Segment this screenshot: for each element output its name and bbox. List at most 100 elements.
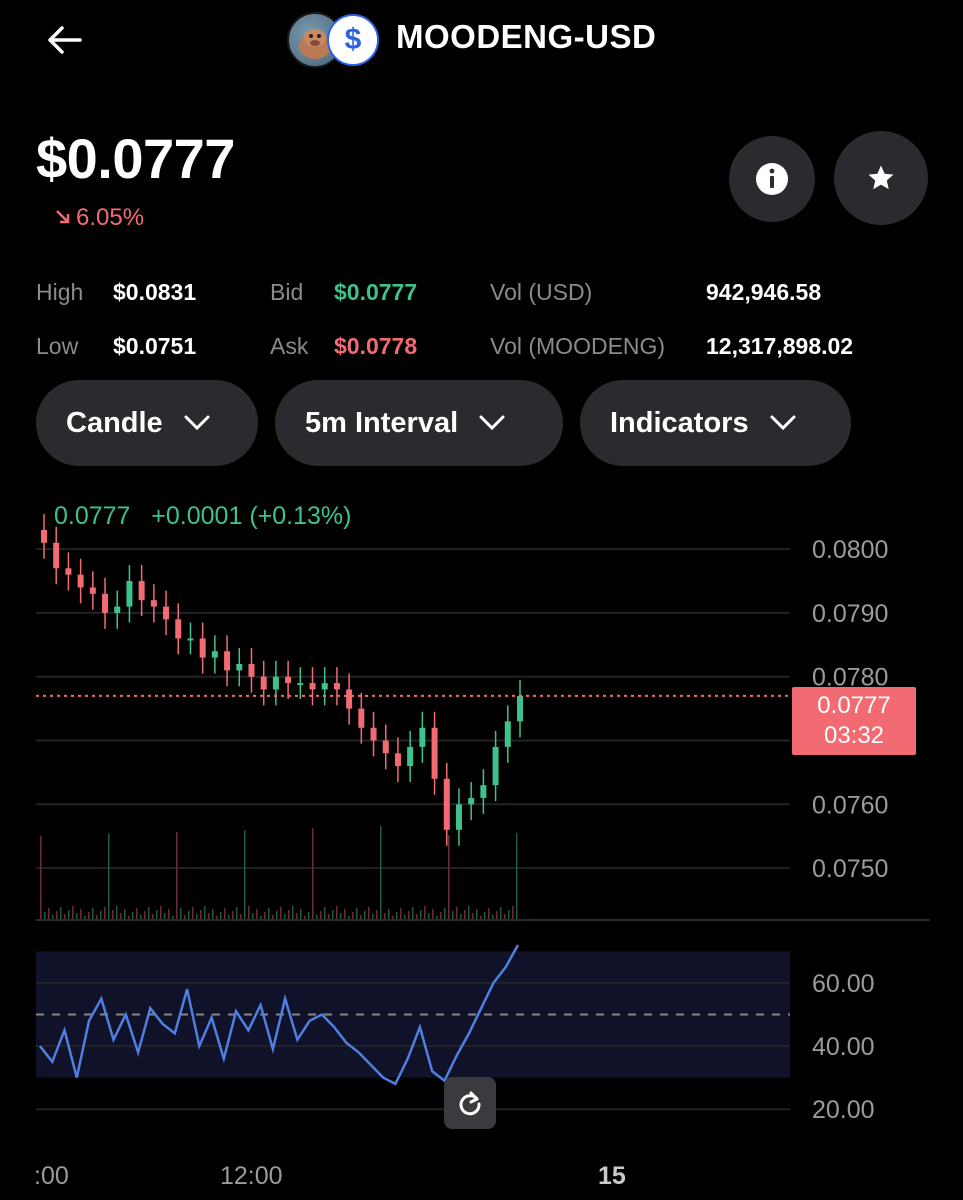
chart-type-dropdown[interactable]: Candle	[36, 380, 258, 466]
low-label: Low	[36, 333, 79, 359]
volume-bar	[500, 907, 502, 919]
volume-bar	[224, 908, 226, 919]
volume-bar	[272, 915, 274, 919]
volume-bar	[72, 906, 74, 919]
volume-bar	[344, 909, 346, 919]
volume-bar	[144, 911, 146, 919]
volume-bar	[332, 910, 334, 919]
volume-bar	[104, 907, 106, 919]
volume-bar	[268, 908, 270, 919]
volume-bar	[304, 916, 306, 919]
interval-dropdown[interactable]: 5m Interval	[275, 380, 563, 466]
volume-bar	[472, 913, 474, 919]
volume-bar	[288, 910, 290, 919]
volume-bar	[364, 911, 366, 919]
high-label: High	[36, 279, 84, 305]
volume-bar	[112, 910, 114, 919]
candle-body	[346, 689, 353, 709]
volume-bar	[388, 909, 390, 919]
volume-bar	[264, 912, 266, 919]
candle-body	[260, 676, 267, 690]
volume-bar	[80, 909, 82, 919]
volume-bar	[44, 912, 46, 919]
volume-bar	[436, 916, 438, 919]
volume-bar	[456, 907, 458, 919]
volume-bar	[480, 916, 482, 919]
volume-bar	[496, 911, 498, 919]
favorite-button[interactable]	[834, 131, 928, 225]
volume-bar	[88, 912, 90, 919]
candle-body	[480, 785, 487, 798]
current-price-tag-timer: 03:32	[823, 722, 885, 749]
back-button[interactable]	[40, 18, 88, 62]
rsi-axis-label: 40.00	[812, 1033, 875, 1061]
volume-bar	[108, 834, 110, 919]
candle-body	[272, 676, 279, 690]
volume-bar	[212, 909, 214, 919]
candle-body	[492, 746, 499, 786]
time-axis-label: 12:00	[220, 1162, 283, 1190]
bid-value: $0.0777	[334, 279, 418, 305]
candles	[41, 514, 523, 846]
volume-bar	[124, 909, 126, 919]
info-button[interactable]	[729, 136, 815, 222]
volume-bar	[416, 914, 418, 919]
candle-body	[199, 638, 206, 658]
volume-bar	[156, 910, 158, 919]
reset-icon	[459, 1091, 481, 1116]
volume-bar	[136, 908, 138, 919]
vol-usd-label: Vol (USD)	[490, 279, 593, 305]
volume-bar	[380, 826, 382, 919]
last-candle-info: 0.0777 +0.0001 (+0.13%)	[54, 502, 351, 530]
volume-bar	[260, 916, 262, 919]
candle-body	[333, 683, 340, 690]
volume-bar	[252, 913, 254, 919]
volume-bar	[148, 907, 150, 919]
price-change: 6.05%	[54, 204, 144, 232]
volume-bar	[84, 916, 86, 919]
candle-body	[321, 683, 328, 690]
volume-bar	[192, 907, 194, 919]
volume-bar	[236, 907, 238, 919]
current-price: $0.0777	[36, 127, 235, 190]
high-value: $0.0831	[113, 279, 197, 305]
volume-bar	[444, 908, 446, 919]
low-value: $0.0751	[113, 333, 197, 359]
volume-bar	[468, 906, 470, 919]
volume-bar	[460, 914, 462, 919]
reset-chart-button[interactable]	[444, 1077, 496, 1129]
volume-bar	[116, 906, 118, 919]
volume-bar	[352, 912, 354, 919]
volume-bar	[420, 910, 422, 919]
price-axis-label: 0.0800	[812, 536, 888, 564]
volume-bar	[356, 908, 358, 919]
volume-bar	[256, 909, 258, 919]
volume-bar	[208, 913, 210, 919]
candle-body	[102, 593, 109, 613]
volume-bar	[76, 913, 78, 919]
price-change-value: 6.05%	[76, 204, 145, 231]
volume-bar	[316, 915, 318, 919]
volume-bar	[412, 907, 414, 919]
time-axis-label: :00	[34, 1162, 69, 1190]
volume-bar	[292, 906, 294, 919]
volume-bar	[452, 911, 454, 919]
volume-bar	[312, 828, 314, 919]
current-price-tag-value: 0.0777	[817, 692, 891, 719]
candle-body	[431, 727, 438, 779]
volume-bar	[464, 910, 466, 919]
ask-label: Ask	[270, 333, 309, 359]
volume-bar	[216, 916, 218, 919]
candle-body	[309, 683, 316, 690]
volume-bars	[40, 826, 518, 919]
volume-bar	[48, 908, 50, 919]
volume-bar	[204, 906, 206, 919]
volume-bar	[512, 906, 514, 919]
back-arrow-icon	[48, 26, 82, 54]
volume-bar	[92, 908, 94, 919]
volume-bar	[184, 915, 186, 919]
indicators-dropdown[interactable]: Indicators	[580, 380, 851, 466]
chevron-down-icon	[479, 415, 505, 431]
candle-body	[419, 727, 426, 747]
volume-bar	[232, 911, 234, 919]
